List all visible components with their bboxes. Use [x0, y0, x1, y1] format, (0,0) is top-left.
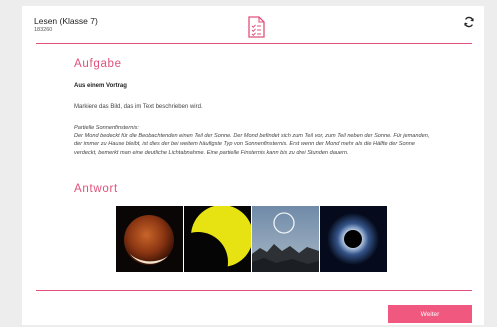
source-label: Aus einem Vortrag [74, 83, 127, 89]
answer-heading: Antwort [74, 183, 118, 195]
next-button[interactable]: Weiter [388, 305, 472, 323]
footer-divider [36, 290, 472, 291]
exercise-title: Lesen (Klasse 7) [34, 16, 98, 26]
exercise-id: 183260 [34, 27, 53, 33]
answer-options [116, 206, 387, 272]
lunar-eclipse-image[interactable] [116, 206, 183, 272]
reading-text-title: Partielle Sonnenfinsternis: [74, 125, 139, 131]
reading-text-body: Der Mond bedeckt für die Beobachtenden e… [74, 133, 430, 156]
ring-in-sky-landscape-image[interactable] [252, 206, 319, 272]
refresh-icon[interactable] [463, 16, 475, 28]
document-checklist-icon [248, 16, 265, 38]
partial-solar-eclipse-image[interactable] [184, 206, 251, 272]
task-instruction: Markiere das Bild, das im Text beschrieb… [74, 104, 203, 110]
task-card: Lesen (Klasse 7) 183260 Aufgabe Aus eine… [22, 6, 484, 325]
header-divider [36, 43, 472, 44]
task-heading: Aufgabe [74, 58, 122, 70]
reading-text: Partielle Sonnenfinsternis: Der Mond bed… [74, 124, 434, 157]
total-solar-eclipse-corona-image[interactable] [320, 206, 387, 272]
header: Lesen (Klasse 7) 183260 [22, 6, 484, 42]
